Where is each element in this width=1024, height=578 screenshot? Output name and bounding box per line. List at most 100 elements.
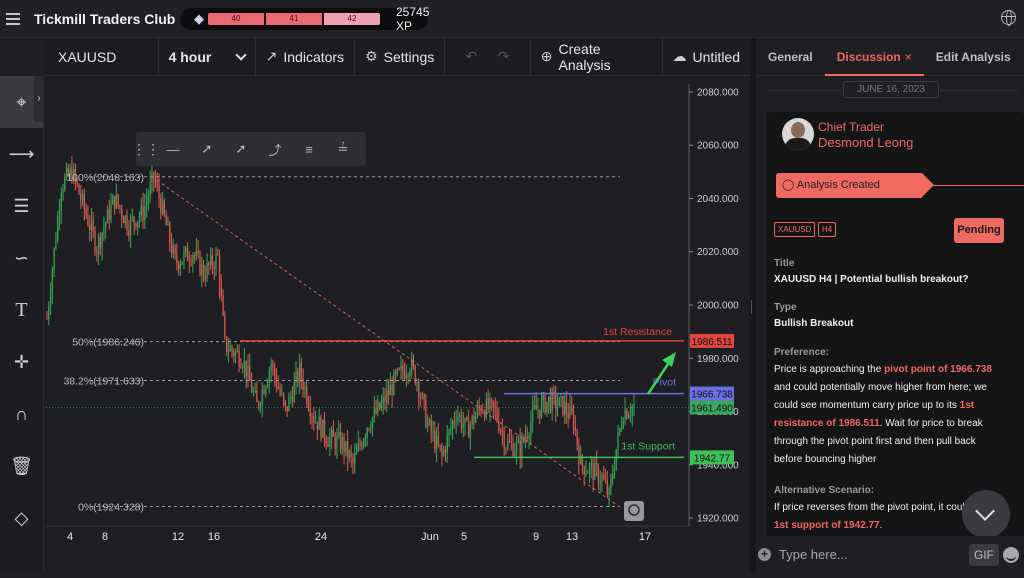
layers-icon[interactable]: ◇ (0, 492, 43, 544)
candle-body (403, 372, 406, 379)
indicators-icon: ↗ (265, 48, 278, 64)
candle-body (158, 185, 160, 199)
message-input[interactable] (779, 542, 959, 567)
emoji-icon[interactable] (1003, 546, 1019, 563)
candle-body (441, 447, 443, 456)
candle-body (240, 366, 242, 368)
candle-body (249, 365, 251, 381)
candle-body (279, 388, 281, 394)
candle-body (530, 421, 532, 436)
x-tick-label: 4 (67, 531, 73, 543)
create-analysis-button[interactable]: ⊕ Create Analysis (531, 37, 663, 76)
candle-body (256, 390, 258, 403)
plus-circle-icon: ⊕ (540, 48, 553, 64)
brush-icon[interactable]: ∽ (0, 232, 43, 284)
top-bar: Tickmill Traders Club ◆ 40 41 42 25745 X… (0, 0, 1024, 38)
magnet-icon[interactable]: ∩ (0, 388, 43, 440)
ray-tool-icon[interactable]: ➚ (190, 132, 224, 166)
x-tick-label: 5 (461, 531, 467, 543)
candle-body (590, 463, 592, 466)
trash-icon[interactable]: 🗑 (0, 440, 43, 492)
pattern-icon[interactable]: ✛ (0, 336, 43, 388)
drag-handle-icon[interactable]: ⋮⋮ (132, 132, 160, 166)
menu-icon[interactable] (6, 10, 20, 28)
candle-body (453, 421, 455, 423)
undo-icon[interactable]: ↶ (466, 48, 478, 65)
indicators-button[interactable]: ↗ Indicators (256, 37, 356, 76)
candle-body (131, 217, 134, 219)
scroll-down-button[interactable] (962, 490, 1010, 538)
candle-body (432, 431, 434, 433)
candle-body (377, 402, 379, 414)
candle-body (599, 481, 601, 484)
candle-body (393, 372, 395, 395)
author-name[interactable]: Desmond Leong (818, 135, 913, 150)
x-tick-label: 24 (315, 531, 327, 543)
candle-body (507, 440, 509, 449)
preference-label: Preference: (774, 347, 830, 358)
expand-tools-icon[interactable]: › (34, 76, 44, 122)
candle-body (629, 414, 632, 416)
analysis-side-panel: General Discussion × Edit Analysis JUNE 1… (756, 38, 1024, 573)
type-label: Type (774, 302, 797, 313)
candle-body (243, 360, 246, 368)
x-tick-label: 12 (172, 531, 184, 543)
extended-line-icon[interactable]: ➚ (224, 132, 258, 166)
candle-body (523, 437, 525, 441)
x-tick-label: 9 (533, 531, 539, 543)
message-composer: + GIF (756, 536, 1024, 573)
candle-body (526, 436, 528, 438)
tab-discussion[interactable]: Discussion × (824, 38, 924, 76)
candle-body (163, 200, 166, 215)
tab-general[interactable]: General (756, 38, 825, 76)
candle-body (628, 415, 630, 419)
parallel-channel-icon[interactable]: ≡ (292, 132, 326, 166)
candle-body (112, 196, 114, 205)
drawing-palette: ⋮⋮ — ➚ ➚ ⤴ ≡ ≟ (132, 132, 366, 166)
tab-edit-analysis[interactable]: Edit Analysis (924, 38, 1023, 76)
fib-retracement-icon[interactable]: ☰ (0, 180, 43, 232)
candle-body (514, 451, 516, 457)
plus-icon[interactable]: + (758, 548, 771, 561)
candle-body (99, 236, 101, 248)
redo-icon[interactable]: ↷ (498, 48, 510, 65)
fib-tool-icon[interactable]: ≟ (326, 132, 360, 166)
candle-body (583, 466, 585, 475)
text-icon[interactable]: T (0, 284, 43, 336)
cloud-upload-icon: ☁ (672, 48, 687, 64)
save-layout-button[interactable]: ☁ Untitled (663, 38, 750, 76)
interval-selector[interactable]: 4 hour (159, 37, 256, 76)
candle-body (482, 411, 484, 413)
candle-body (501, 430, 503, 433)
drawing-tools-sidebar: ⌖ ⟶ ☰ ∽ T ✛ ∩ 🗑 ◇ (0, 76, 44, 573)
horizontal-line-icon[interactable]: ⟶ (0, 128, 43, 180)
candle-body (398, 368, 400, 370)
candle-body (499, 430, 502, 432)
avatar[interactable] (782, 118, 814, 150)
candle-body (371, 417, 374, 429)
candle-body (585, 472, 587, 475)
candle-body (194, 255, 196, 257)
y-tick-label: 1920.000 (697, 514, 739, 525)
trend-angle-icon[interactable]: ⤴ (258, 132, 292, 166)
line-tool-icon[interactable]: — (156, 132, 190, 166)
symbol-selector[interactable]: XAUUSD (44, 37, 159, 76)
chevron-down-icon (234, 48, 247, 61)
divider (922, 185, 1024, 186)
candle-body (505, 448, 507, 450)
globe-icon[interactable] (1001, 10, 1016, 26)
candle-body (186, 247, 189, 261)
gif-button[interactable]: GIF (969, 543, 999, 566)
candle-body (185, 247, 187, 252)
alternative-label: Alternative Scenario: (774, 485, 875, 496)
idea-marker (624, 501, 644, 521)
settings-button[interactable]: ⚙ Settings (355, 37, 446, 76)
candle-body (494, 407, 496, 409)
side-tabs: General Discussion × Edit Analysis (756, 38, 1024, 76)
candle-body (265, 387, 267, 394)
close-icon[interactable]: × (905, 50, 912, 64)
candle-body (544, 394, 546, 413)
candle-body (325, 438, 327, 444)
candle-body (55, 240, 57, 249)
candle-body (297, 371, 299, 383)
